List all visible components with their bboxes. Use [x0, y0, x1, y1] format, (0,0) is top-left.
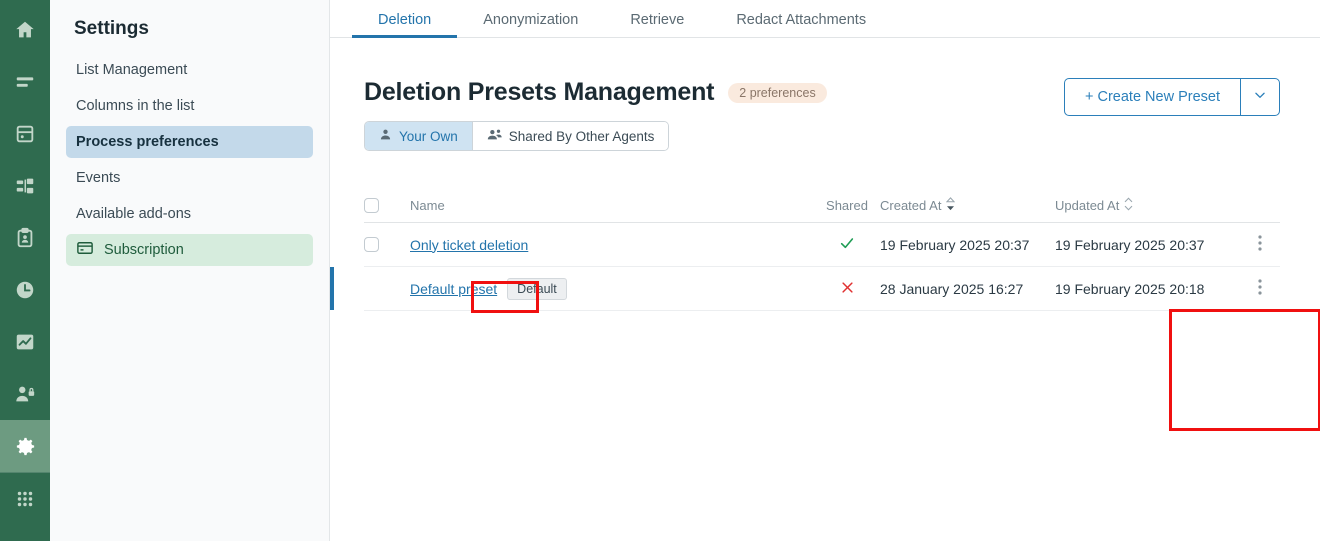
- row-shared-cell: [814, 280, 880, 298]
- column-header-updated-at[interactable]: Updated At: [1055, 197, 1240, 214]
- row-shared-cell: [814, 235, 880, 254]
- create-new-preset-button[interactable]: + Create New Preset: [1064, 78, 1240, 116]
- row-actions-menu-button[interactable]: [1240, 235, 1280, 254]
- row-name-cell: Default preset Default: [410, 277, 814, 300]
- sidebar-item-columns-in-the-list[interactable]: Columns in the list: [66, 90, 313, 122]
- updated-at-sort-control[interactable]: Updated At: [1055, 197, 1133, 214]
- chart-icon: [14, 331, 36, 353]
- sidebar-item-list-management[interactable]: List Management: [66, 54, 313, 86]
- row-name-cell: Only ticket deletion: [410, 237, 814, 253]
- tab-bar: Deletion Anonymization Retrieve Redact A…: [330, 0, 1320, 38]
- rail-item-database[interactable]: [0, 108, 50, 160]
- select-all-cell: [364, 198, 410, 213]
- segment-label: Shared By Other Agents: [508, 128, 655, 144]
- row-checkbox[interactable]: [364, 237, 379, 252]
- home-icon: [14, 19, 36, 41]
- apps-grid-icon: [14, 488, 36, 510]
- sidebar-item-label: Process preferences: [76, 134, 219, 150]
- rail-item-reports[interactable]: [0, 316, 50, 368]
- tab-anonymization[interactable]: Anonymization: [457, 12, 604, 37]
- preferences-count-badge: 2 preferences: [728, 82, 827, 103]
- table-row[interactable]: Only ticket deletion 19 February 2025 20…: [364, 223, 1280, 267]
- workflow-icon: [14, 175, 36, 197]
- segment-label: Your Own: [399, 128, 458, 144]
- sort-none-icon: [1124, 197, 1133, 214]
- sidebar-item-events[interactable]: Events: [66, 162, 313, 194]
- kebab-menu-icon: [1258, 235, 1262, 254]
- page-title: Deletion Presets Management: [364, 78, 715, 106]
- rail-item-workflow[interactable]: [0, 160, 50, 212]
- person-icon: [379, 128, 392, 144]
- tab-label: Retrieve: [630, 12, 685, 28]
- tab-retrieve[interactable]: Retrieve: [604, 12, 710, 37]
- rail-item-settings[interactable]: [0, 420, 50, 472]
- row-created-at: 28 January 2025 16:27: [880, 280, 1024, 297]
- column-header-shared: Shared: [826, 198, 868, 213]
- tab-label: Deletion: [378, 12, 432, 28]
- tab-deletion[interactable]: Deletion: [352, 12, 458, 38]
- tab-label: Anonymization: [483, 12, 579, 28]
- column-header-created-at[interactable]: Created At: [880, 197, 1055, 214]
- page-title-line: Deletion Presets Management 2 preference…: [364, 78, 827, 107]
- tab-redact-attachments[interactable]: Redact Attachments: [710, 12, 892, 37]
- primary-icon-rail: [0, 0, 50, 541]
- sidebar-item-label: Columns in the list: [76, 98, 195, 114]
- created-at-sort-control[interactable]: Created At: [880, 197, 956, 214]
- rail-item-permissions[interactable]: [0, 368, 50, 420]
- row-updated-at: 19 February 2025 20:18: [1055, 280, 1205, 297]
- sidebar-item-label: Subscription: [104, 242, 184, 258]
- column-header-name[interactable]: Name: [410, 198, 814, 213]
- table-header-row: Name Shared Created At Updated At: [364, 189, 1280, 223]
- check-icon: [839, 235, 855, 254]
- clipboard-user-icon: [14, 227, 36, 249]
- main-content-panel: Deletion Anonymization Retrieve Redact A…: [330, 0, 1320, 541]
- application-window: Settings List Management Columns in the …: [0, 0, 1320, 541]
- rail-item-lists[interactable]: [0, 56, 50, 108]
- sidebar-item-label: Events: [76, 170, 121, 186]
- sidebar-item-label: Available add-ons: [76, 206, 192, 222]
- gear-icon: [14, 435, 37, 458]
- row-select-cell: [364, 237, 410, 252]
- ownership-filter-segmented-control: Your Own Shared By Other Agents: [364, 121, 670, 151]
- create-preset-split-button: + Create New Preset: [1064, 78, 1280, 116]
- page-header-left: Deletion Presets Management 2 preference…: [364, 78, 827, 151]
- rail-item-clipboard[interactable]: [0, 212, 50, 264]
- rail-item-history[interactable]: [0, 264, 50, 316]
- clock-icon: [14, 279, 36, 301]
- user-lock-icon: [14, 383, 36, 405]
- sort-descending-icon: [946, 197, 956, 214]
- sidebar-title: Settings: [74, 18, 149, 39]
- default-badge: Default: [507, 277, 567, 300]
- row-updated-at: 19 February 2025 20:37: [1055, 236, 1205, 253]
- kebab-menu-icon: [1258, 279, 1262, 298]
- sidebar-item-process-preferences[interactable]: Process preferences: [66, 126, 313, 158]
- tab-label: Redact Attachments: [736, 12, 867, 28]
- presets-table: Name Shared Created At Updated At Only t…: [330, 189, 1280, 311]
- cross-icon: [840, 280, 855, 298]
- settings-sidebar: Settings List Management Columns in the …: [50, 0, 330, 541]
- row-actions-menu-button[interactable]: [1240, 279, 1280, 298]
- segment-your-own[interactable]: Your Own: [365, 122, 473, 150]
- list-lines-icon: [14, 71, 36, 93]
- table-row[interactable]: Default preset Default 28 January 2025 1…: [330, 267, 1280, 311]
- rail-item-apps[interactable]: [0, 473, 50, 525]
- database-icon: [14, 123, 36, 145]
- create-preset-dropdown-toggle[interactable]: [1240, 78, 1280, 116]
- people-icon: [487, 128, 502, 144]
- sidebar-item-subscription[interactable]: Subscription: [66, 234, 313, 266]
- select-all-checkbox[interactable]: [364, 198, 379, 213]
- column-header-label: Created At: [880, 198, 942, 213]
- preset-name-link[interactable]: Only ticket deletion: [410, 237, 528, 253]
- column-header-label: Updated At: [1055, 198, 1120, 213]
- sidebar-item-label: List Management: [76, 62, 188, 78]
- rail-item-home[interactable]: [0, 4, 50, 56]
- row-created-at: 19 February 2025 20:37: [880, 236, 1030, 253]
- preset-name-link[interactable]: Default preset: [410, 281, 497, 297]
- chevron-down-icon: [1253, 88, 1267, 107]
- segment-shared-by-other-agents[interactable]: Shared By Other Agents: [472, 122, 669, 150]
- credit-card-icon: [76, 239, 94, 261]
- content-area: Deletion Presets Management 2 preference…: [330, 38, 1320, 311]
- page-header: Deletion Presets Management 2 preference…: [364, 78, 1280, 151]
- sidebar-item-available-add-ons[interactable]: Available add-ons: [66, 198, 313, 230]
